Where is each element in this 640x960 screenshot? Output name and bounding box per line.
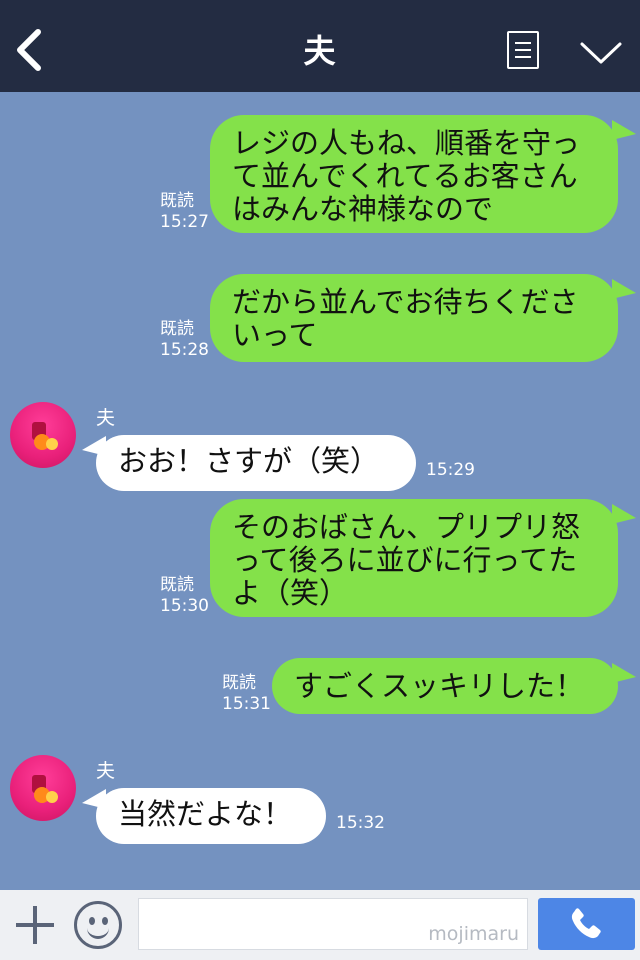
list-icon-line xyxy=(515,49,531,51)
chevron-down-icon xyxy=(580,42,622,64)
message-time: 15:32 xyxy=(336,813,385,833)
message-time: 15:27 xyxy=(160,212,209,232)
message-bubble[interactable]: おお！さすが（笑） xyxy=(96,435,416,491)
sender-name: 夫 xyxy=(96,407,116,429)
avatar[interactable] xyxy=(10,755,76,821)
read-receipt: 既読 xyxy=(160,191,194,211)
list-icon xyxy=(515,42,531,44)
read-receipt: 既読 xyxy=(222,673,256,693)
message-bubble[interactable]: レジの人もね、順番を守って並んでくれてるお客さんはみんな神様なので xyxy=(210,115,618,233)
message-bubble[interactable]: 当然だよな！ xyxy=(96,788,326,844)
message-meta: 既読 15:28 xyxy=(160,319,209,361)
message-bubble[interactable]: そのおばさん、プリプリ怒って後ろに並びに行ってたよ（笑） xyxy=(210,499,618,617)
smiley-icon[interactable] xyxy=(74,901,122,949)
message-list[interactable]: レジの人もね、順番を守って並んでくれてるお客さんはみんな神様なので 既読 15:… xyxy=(0,92,640,890)
sender-name: 夫 xyxy=(96,760,116,782)
smiley-mouth xyxy=(87,924,109,939)
message-time: 15:30 xyxy=(160,596,209,616)
collapse-button[interactable] xyxy=(578,40,624,66)
message-bubble[interactable]: すごくスッキリした！ xyxy=(272,658,618,714)
avatar[interactable] xyxy=(10,402,76,468)
chat-header: 夫 xyxy=(0,0,640,92)
read-receipt: 既読 xyxy=(160,575,194,595)
plus-icon[interactable] xyxy=(14,904,56,946)
bubble-tail xyxy=(612,120,636,140)
message-bubble[interactable]: だから並んでお待ちくださいって xyxy=(210,274,618,362)
call-button[interactable] xyxy=(538,898,635,950)
read-receipt: 既読 xyxy=(160,319,194,339)
message-input[interactable]: mojimaru xyxy=(138,898,528,950)
menu-button[interactable] xyxy=(507,31,539,69)
bubble-tail xyxy=(612,504,636,524)
watermark: mojimaru xyxy=(428,923,519,945)
message-time: 15:28 xyxy=(160,340,209,360)
message-meta: 既読 15:30 xyxy=(160,575,209,617)
list-icon-line xyxy=(515,56,531,58)
message-time: 15:29 xyxy=(426,460,475,480)
chat-title: 夫 xyxy=(303,32,337,70)
message-meta: 既読 15:31 xyxy=(222,673,271,715)
avatar-fruit xyxy=(46,791,58,803)
avatar-fruit xyxy=(46,438,58,450)
bubble-tail xyxy=(612,663,636,683)
message-time: 15:31 xyxy=(222,694,271,714)
bubble-tail xyxy=(612,279,636,299)
bubble-tail xyxy=(82,789,106,809)
phone-icon xyxy=(571,908,601,939)
message-meta: 既読 15:27 xyxy=(160,191,209,233)
bubble-tail xyxy=(82,436,106,456)
